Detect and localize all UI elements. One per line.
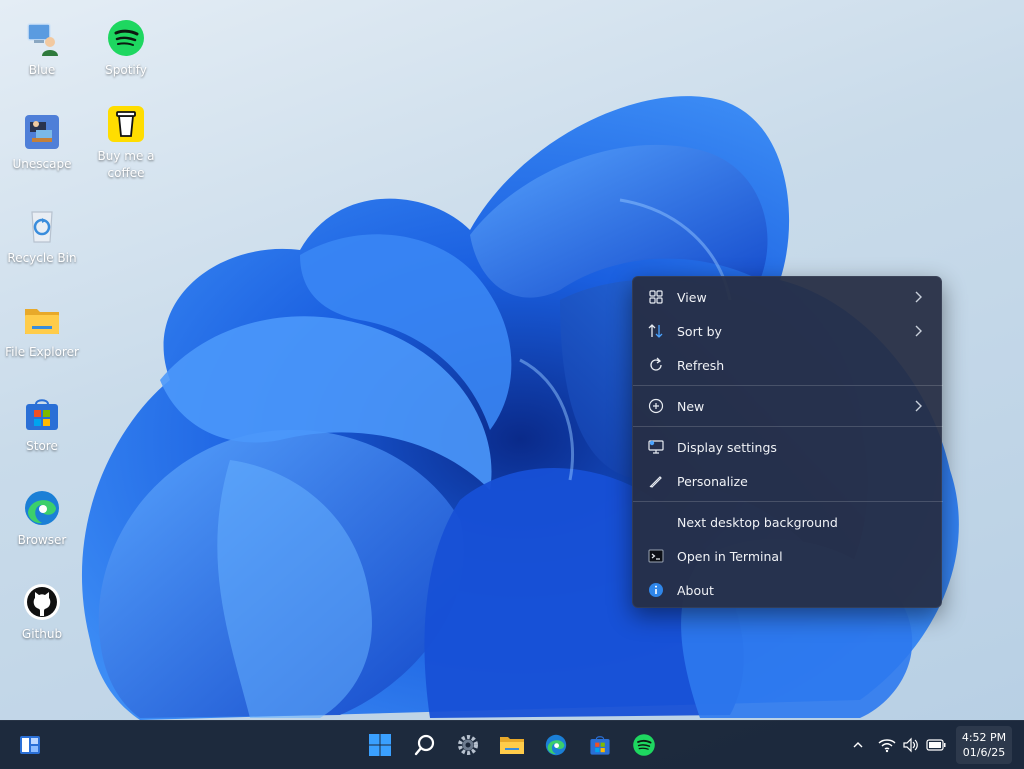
battery-icon bbox=[926, 739, 946, 751]
menu-item-label: Open in Terminal bbox=[677, 548, 783, 564]
menu-item-display-settings[interactable]: Display settings bbox=[637, 431, 937, 463]
file-explorer-taskbar-button[interactable] bbox=[496, 729, 528, 761]
clock-date: 01/6/25 bbox=[962, 746, 1006, 759]
speaker-icon bbox=[903, 737, 918, 753]
menu-item-label: Display settings bbox=[677, 439, 777, 455]
menu-item-open-in-terminal[interactable]: Open in Terminal bbox=[637, 540, 937, 572]
menu-separator bbox=[633, 385, 943, 386]
menu-item-personalize[interactable]: Personalize bbox=[637, 465, 937, 497]
refresh-icon bbox=[647, 356, 665, 374]
chevron-right-icon bbox=[915, 291, 922, 303]
spotify-icon bbox=[633, 734, 655, 756]
menu-item-view[interactable]: View bbox=[637, 281, 937, 313]
menu-item-refresh[interactable]: Refresh bbox=[637, 349, 937, 381]
spotify-taskbar-button[interactable] bbox=[628, 729, 660, 761]
search-icon bbox=[414, 734, 435, 756]
spotify-icon bbox=[108, 20, 144, 56]
menu-item-label: New bbox=[677, 398, 705, 414]
desktop-icon-label: Blue bbox=[28, 63, 56, 77]
desktop-icon-label: Buy me a coffee bbox=[97, 149, 155, 180]
store-taskbar-button[interactable] bbox=[584, 729, 616, 761]
store-bag-icon bbox=[590, 736, 610, 755]
clock-time: 4:52 PM bbox=[961, 731, 1007, 744]
store-bag-icon bbox=[26, 399, 58, 430]
plus-circle-icon bbox=[647, 397, 665, 415]
desktop-icon-label: File Explorer bbox=[5, 345, 79, 359]
system-clock[interactable]: 4:52 PM 01/6/25 bbox=[956, 726, 1012, 764]
desktop-icon-label: Recycle Bin bbox=[7, 251, 77, 265]
start-button[interactable] bbox=[364, 729, 396, 761]
desktop-icon-recycle-bin[interactable]: Recycle Bin bbox=[0, 206, 84, 267]
desktop-icon-file-explorer[interactable]: File Explorer bbox=[0, 300, 84, 361]
desktop-icon-spotify[interactable]: Spotify bbox=[84, 18, 168, 79]
sort-icon bbox=[647, 322, 665, 340]
terminal-icon bbox=[647, 547, 665, 565]
pen-icon bbox=[647, 472, 665, 490]
display-icon bbox=[647, 438, 665, 456]
desktop-context-menu: View Sort by Refresh New Display setting… bbox=[632, 276, 943, 608]
menu-separator bbox=[633, 426, 943, 427]
search-button[interactable] bbox=[409, 729, 441, 761]
menu-item-sort-by[interactable]: Sort by bbox=[637, 315, 937, 347]
menu-item-label: Personalize bbox=[677, 473, 748, 489]
menu-item-label: Next desktop background bbox=[677, 514, 838, 530]
edge-browser-icon bbox=[545, 734, 567, 756]
menu-item-label: View bbox=[677, 289, 707, 305]
info-icon bbox=[647, 581, 665, 599]
desktop-icon-label: Browser bbox=[17, 533, 67, 547]
chevron-right-icon bbox=[915, 325, 922, 337]
show-hidden-icons-button[interactable] bbox=[848, 735, 868, 755]
folder-icon bbox=[500, 737, 524, 754]
network-button[interactable] bbox=[877, 735, 897, 755]
browser-taskbar-button[interactable] bbox=[540, 729, 572, 761]
desktop-icon-github[interactable]: Github bbox=[0, 582, 84, 643]
wifi-icon bbox=[878, 739, 896, 753]
desktop-icon-browser[interactable]: Browser bbox=[0, 488, 84, 549]
menu-item-about[interactable]: About bbox=[637, 574, 937, 606]
menu-separator bbox=[633, 501, 943, 502]
chevron-right-icon bbox=[915, 400, 922, 412]
gear-icon bbox=[458, 735, 478, 755]
menu-item-next-desktop-background[interactable]: Next desktop background bbox=[637, 506, 937, 538]
chevron-up-icon bbox=[853, 742, 863, 748]
volume-button[interactable] bbox=[901, 735, 921, 755]
taskbar: 4:52 PM 01/6/25 bbox=[0, 720, 1024, 769]
grid-icon bbox=[647, 288, 665, 306]
menu-item-new[interactable]: New bbox=[637, 390, 937, 422]
battery-button[interactable] bbox=[926, 735, 946, 755]
desktop-icon-label: Spotify bbox=[105, 63, 147, 77]
desktop-icon-unescape[interactable]: Unescape bbox=[0, 112, 84, 173]
user-computer-icon bbox=[27, 23, 58, 56]
github-icon bbox=[24, 584, 60, 620]
desktop-icon-store[interactable]: Store bbox=[0, 394, 84, 455]
desktop-icon-label: Store bbox=[26, 439, 58, 453]
folder-icon bbox=[25, 309, 59, 334]
settings-taskbar-button[interactable] bbox=[452, 729, 484, 761]
menu-item-label: About bbox=[677, 582, 714, 598]
recycle-bin-icon bbox=[31, 211, 53, 243]
desktop-icon-label: Github bbox=[21, 627, 63, 641]
widgets-icon bbox=[20, 736, 40, 754]
widgets-button[interactable] bbox=[14, 729, 46, 761]
edge-browser-icon bbox=[25, 491, 59, 525]
unescape-game-icon bbox=[25, 115, 59, 149]
menu-item-label: Sort by bbox=[677, 323, 722, 339]
desktop-icon-blue[interactable]: Blue bbox=[0, 18, 84, 79]
windows-start-icon bbox=[369, 734, 391, 756]
menu-item-label: Refresh bbox=[677, 357, 725, 373]
desktop-icon-label: Unescape bbox=[12, 157, 72, 171]
desktop-icon-buy-me-a-coffee[interactable]: Buy me a coffee bbox=[84, 104, 168, 182]
coffee-cup-icon bbox=[108, 106, 144, 142]
